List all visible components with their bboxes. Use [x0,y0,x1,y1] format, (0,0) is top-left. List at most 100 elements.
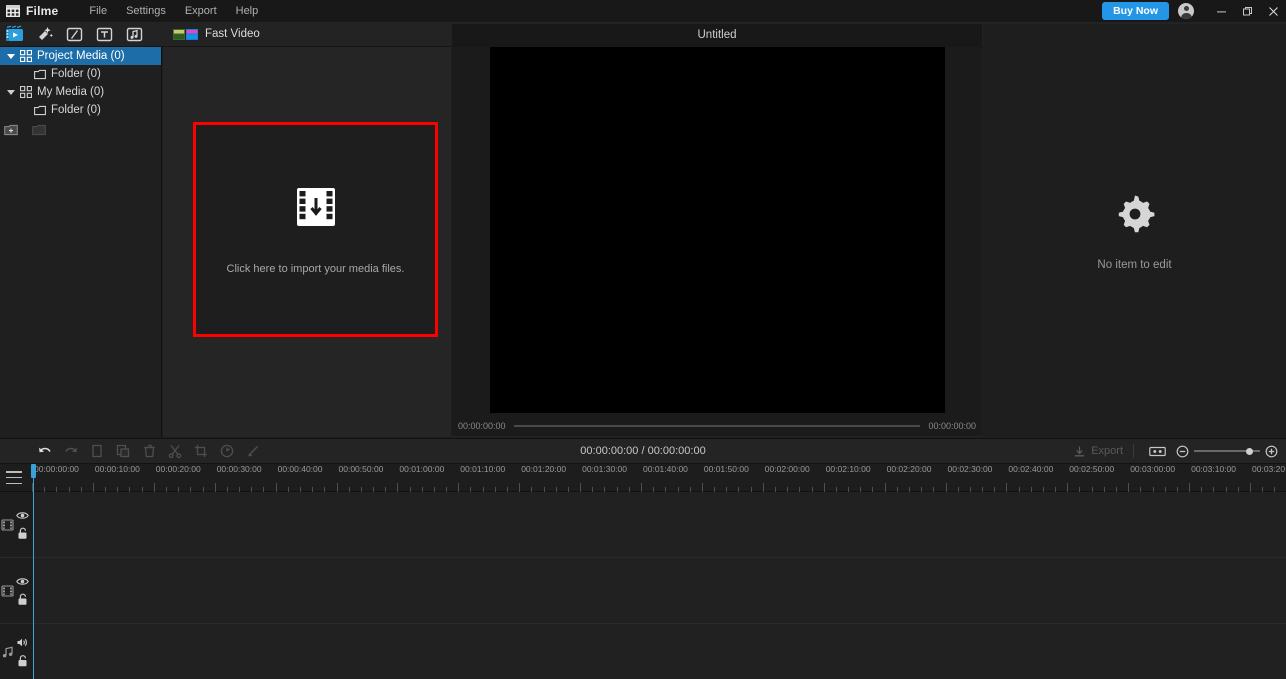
undo-icon[interactable] [32,440,58,462]
maximize-icon[interactable] [1234,0,1260,22]
chevron-down-icon[interactable] [4,89,18,95]
seek-slider[interactable] [513,425,921,427]
ruler-tick-mark [1006,483,1008,492]
eye-icon[interactable] [16,576,29,586]
audio-track-1-header [0,624,32,679]
video-track-1-header [0,492,32,557]
ruler-ticks-area[interactable]: 00:00:00:00 00:00:10:00 00:00:20:00 00:00:3… [32,464,1286,492]
ruler-tick-label: 00:01:30:00 [582,464,627,474]
media-tree: Project Media (0) Folder (0) My Media (0… [0,47,161,119]
ruler-tick-mark [397,483,399,492]
ruler-tick-mark [1189,483,1191,492]
ruler-tick-mark [1250,483,1251,492]
speaker-icon[interactable] [16,637,29,648]
film-strip-import-icon [294,185,338,229]
effects-icon[interactable] [33,23,55,45]
sidebar-item-label: My Media (0) [37,86,105,98]
timeline-toolbar: 00:00:00:00 / 00:00:00:00 Export [0,438,1286,464]
media-library-icon[interactable] [3,23,25,45]
sidebar-item-project-folder[interactable]: Folder (0) [0,65,161,83]
playhead[interactable] [33,464,34,679]
video-track-2[interactable] [0,558,1286,624]
chevron-down-icon[interactable] [4,53,18,59]
video-track-2-controls [16,576,29,605]
minimize-icon[interactable] [1208,0,1234,22]
audio-icon[interactable] [123,23,145,45]
audio-track-1[interactable] [0,624,1286,679]
zoom-knob[interactable] [1246,447,1253,455]
ruler-tick-label: 00:01:00:00 [399,464,445,474]
menu-help[interactable]: Help [227,2,268,20]
timeline-zoom-slider[interactable] [1176,445,1278,458]
app-brand: Filme [0,4,58,18]
text-icon[interactable] [93,23,115,45]
filme-clapperboard-icon [6,5,20,17]
fast-video-icon [173,27,199,42]
buy-now-button[interactable]: Buy Now [1102,2,1169,20]
ruler-tick-label: 00:01:50:00 [703,464,749,474]
app-title: Filme [26,4,59,18]
unlock-icon[interactable] [17,654,28,667]
grid-media-icon [18,86,34,98]
filme-video-editor-window: Filme File Settings Export Help Buy Now [0,0,1286,679]
sidebar-item-project-media[interactable]: Project Media (0) [0,47,161,65]
hamburger-menu-icon[interactable] [6,471,22,484]
ruler-tick-mark [884,483,886,492]
gear-icon [1112,191,1158,237]
zoom-track[interactable] [1194,447,1260,455]
sidebar-footer [0,120,162,140]
eye-icon[interactable] [16,510,29,520]
delete-folder-icon[interactable] [30,122,48,138]
dropzone-label: Click here to import your media files. [226,262,405,275]
ruler-tick-mark [945,483,947,492]
zoom-in-icon[interactable] [1265,445,1278,458]
fit-timeline-icon[interactable] [1144,440,1170,462]
ruler-tick-mark [214,483,216,492]
pencil-icon [240,440,266,462]
close-icon[interactable] [1260,0,1286,22]
import-dropzone[interactable]: Click here to import your media files. [193,122,438,337]
fast-video-button[interactable]: Fast Video [173,27,260,42]
video-track-1[interactable] [0,492,1286,558]
paste-icon [110,440,136,462]
sidebar-item-my-media[interactable]: My Media (0) [0,83,161,101]
menu-export[interactable]: Export [176,2,226,20]
video-canvas[interactable] [490,47,945,413]
timeline-ruler[interactable]: 00:00:00:00 00:00:10:00 00:00:20:00 00:00:3… [0,464,1286,492]
ruler-tick-mark [458,483,460,492]
timeline-edit-tools [0,440,266,462]
ruler-tick-label: 00:02:40:00 [1008,464,1054,474]
film-icon [1,584,14,597]
user-avatar-icon[interactable] [1178,3,1194,19]
ruler-tick-label: 00:02:20:00 [886,464,932,474]
crop-icon [188,440,214,462]
sidebar-item-my-media-folder[interactable]: Folder (0) [0,101,161,119]
menu-settings[interactable]: Settings [117,2,175,20]
transitions-icon[interactable] [63,23,85,45]
empty-state: No item to edit [1097,191,1172,271]
copy-icon [84,440,110,462]
ruler-tick-mark [823,483,825,492]
audio-track-1-lane[interactable] [32,624,1286,679]
video-track-1-lane[interactable] [32,492,1286,557]
unlock-icon[interactable] [17,593,28,605]
preview-total-time: 00:00:00:00 [928,421,976,431]
media-browser-panel: Click here to import your media files. [163,47,451,437]
add-folder-icon[interactable] [2,122,20,138]
export-button[interactable]: Export [1073,445,1123,458]
menu-file[interactable]: File [80,2,116,20]
timeline-tracks [0,492,1286,679]
unlock-icon[interactable] [17,527,28,539]
ruler-tick-label: 00:01:20:00 [521,464,567,474]
ruler-tick-label: 00:03:10:00 [1191,464,1236,474]
ruler-tick-label: 00:02:10:00 [825,464,871,474]
trash-icon [136,440,162,462]
video-track-2-lane[interactable] [32,558,1286,623]
sidebar-item-label: Folder (0) [51,68,101,80]
ruler-tick-label: 00:02:30:00 [947,464,993,474]
zoom-out-icon[interactable] [1176,445,1189,458]
sidebar-item-label: Folder (0) [51,104,101,116]
ruler-tick-label: 00:01:40:00 [643,464,688,474]
window-controls-group: Buy Now [1102,0,1286,22]
ruler-tick-mark [580,483,582,492]
